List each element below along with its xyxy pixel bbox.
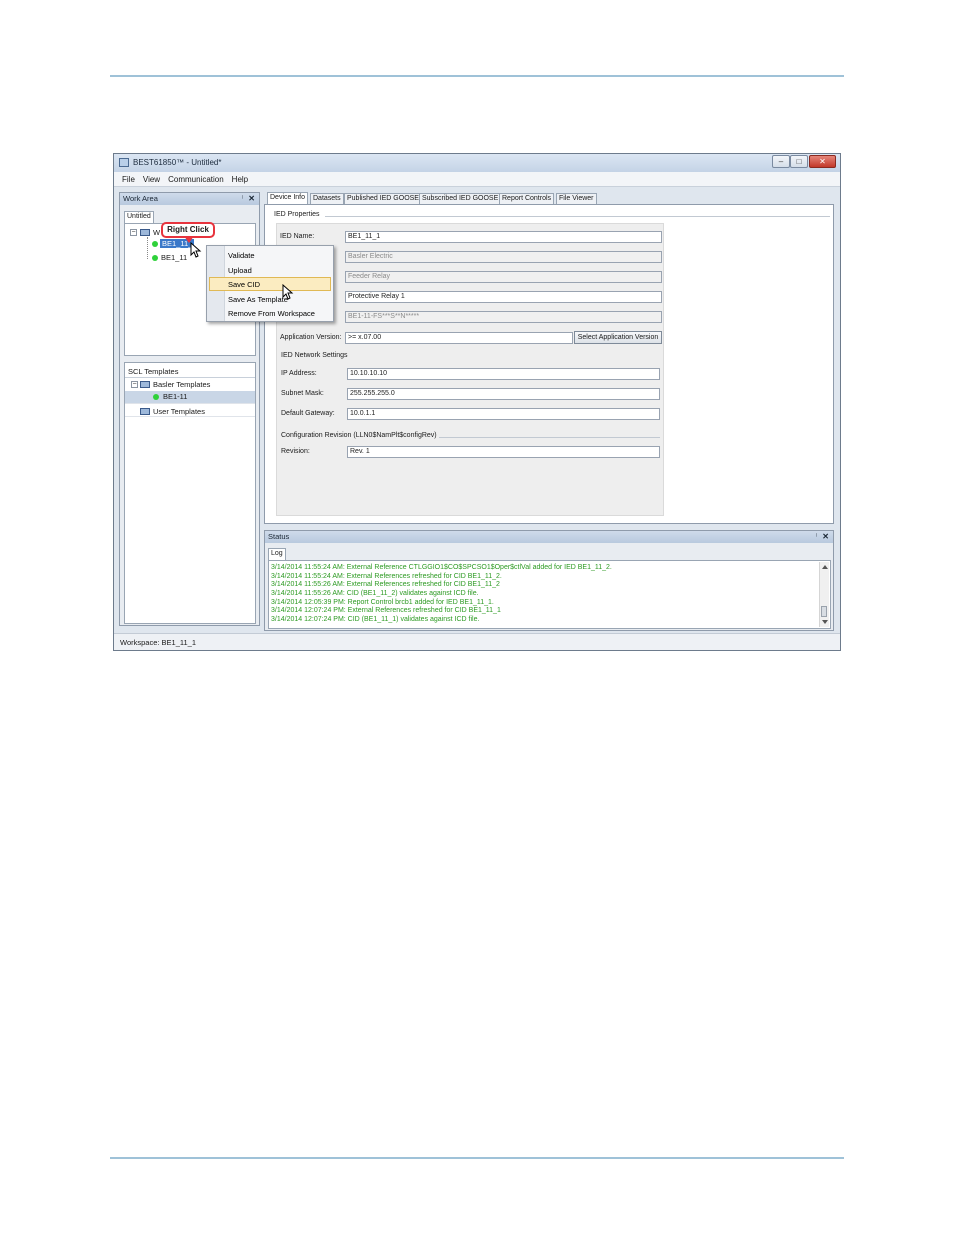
group-line xyxy=(325,216,830,217)
menu-bar: File View Communication Help xyxy=(114,172,840,187)
log-line: 3/14/2014 12:07:24 PM: External Referenc… xyxy=(271,607,501,614)
tree-item-basler-templates[interactable]: Basler Templates xyxy=(153,380,210,389)
close-icon[interactable]: ✕ xyxy=(248,193,255,205)
status-header: Status ᛌ ✕ xyxy=(265,531,833,543)
ip-address-label: IP Address: xyxy=(281,370,317,377)
ied-name-field[interactable]: BE1_11_1 xyxy=(345,231,662,243)
status-panel: Status ᛌ ✕ Log 3/14/2014 11:55:24 AM: Ex… xyxy=(264,530,834,631)
tree-node-icon xyxy=(140,229,150,236)
tab-datasets[interactable]: Datasets xyxy=(310,193,344,204)
menu-item-save-as-template[interactable]: Save As Template xyxy=(228,295,288,304)
properties-area: IED Name: BE1_11_1 Basler Electric Feede… xyxy=(276,223,664,516)
tab-log[interactable]: Log xyxy=(268,548,286,560)
app-icon xyxy=(119,158,129,167)
scl-templates-title: SCL Templates xyxy=(128,367,179,376)
app-version-field: >= x.07.00 xyxy=(345,332,573,344)
pin-icon[interactable]: ᛌ xyxy=(814,531,819,543)
scroll-up-arrow-icon[interactable] xyxy=(822,565,828,569)
work-area-header: Work Area ᛌ ✕ xyxy=(120,193,259,205)
close-button[interactable]: ✕ xyxy=(809,155,836,168)
collapse-toggle[interactable]: − xyxy=(131,381,138,388)
status-title: Status xyxy=(268,532,290,541)
scl-title-underline xyxy=(125,377,255,378)
log-line: 3/14/2014 11:55:26 AM: External Referenc… xyxy=(271,581,500,588)
ip-address-field[interactable]: 10.10.10.10 xyxy=(347,368,660,380)
top-rule xyxy=(110,75,844,77)
menu-communication[interactable]: Communication xyxy=(168,175,224,184)
status-dot-icon xyxy=(152,241,158,247)
log-area: 3/14/2014 11:55:24 AM: External Referenc… xyxy=(268,560,831,629)
device-info-page: IED Properties IED Name: BE1_11_1 Basler… xyxy=(264,204,834,524)
scroll-down-arrow-icon[interactable] xyxy=(822,620,828,624)
select-app-version-button[interactable]: Select Application Version xyxy=(574,331,662,344)
window-title: BEST61850™ - Untitled* xyxy=(133,158,222,167)
workspace-label: Workspace: BE1_11_1 xyxy=(120,638,197,647)
work-area-title: Work Area xyxy=(123,194,158,203)
minimize-button[interactable]: – xyxy=(772,155,790,168)
subnet-mask-field[interactable]: 255.255.255.0 xyxy=(347,388,660,400)
type-field: Feeder Relay xyxy=(345,271,662,283)
log-line: 3/14/2014 11:55:24 AM: External Referenc… xyxy=(271,573,502,580)
subnet-mask-label: Subnet Mask: xyxy=(281,390,324,397)
log-scrollbar[interactable] xyxy=(819,562,829,627)
selected-row[interactable] xyxy=(125,391,255,403)
menu-view[interactable]: View xyxy=(143,175,160,184)
mouse-cursor-icon xyxy=(282,284,294,300)
bottom-rule xyxy=(110,1157,844,1159)
tree-item-user-templates[interactable]: User Templates xyxy=(153,407,205,416)
ied-properties-title: IED Properties xyxy=(274,211,320,218)
log-line: 3/14/2014 12:07:24 PM: CID (BE1_11_1) va… xyxy=(271,616,480,623)
menu-file[interactable]: File xyxy=(122,175,135,184)
tab-report-controls[interactable]: Report Controls xyxy=(499,193,555,204)
tab-device-info[interactable]: Device Info xyxy=(267,192,309,204)
tab-file-viewer[interactable]: File Viewer xyxy=(556,193,597,204)
log-line: 3/14/2014 11:55:24 AM: External Referenc… xyxy=(271,564,612,571)
scroll-thumb[interactable] xyxy=(821,606,827,617)
tab-published-ied-goose[interactable]: Published IED GOOSE xyxy=(344,193,422,204)
revision-label: Revision: xyxy=(281,448,310,455)
tree-connector xyxy=(147,237,149,259)
default-gateway-label: Default Gateway: xyxy=(281,410,335,417)
status-dot-icon xyxy=(153,394,159,400)
tab-untitled[interactable]: Untitled xyxy=(124,211,154,223)
menu-item-upload[interactable]: Upload xyxy=(228,266,252,275)
pin-icon[interactable]: ᛌ xyxy=(240,193,245,205)
manufacturer-field: Basler Electric xyxy=(345,251,662,263)
tree-root-label[interactable]: W xyxy=(153,228,160,237)
menu-item-validate[interactable]: Validate xyxy=(228,251,255,260)
context-menu: Validate Upload Save CID Save As Templat… xyxy=(206,245,334,322)
network-settings-title: IED Network Settings xyxy=(281,352,348,359)
tree-row-lines xyxy=(125,403,255,404)
tree-row-lines xyxy=(125,416,255,417)
menu-item-save-cid[interactable]: Save CID xyxy=(228,280,260,289)
close-icon[interactable]: ✕ xyxy=(822,531,829,543)
default-gateway-field[interactable]: 10.0.1.1 xyxy=(347,408,660,420)
log-line: 3/14/2014 12:05:39 PM: Report Control br… xyxy=(271,599,494,606)
status-dot-icon xyxy=(152,255,158,261)
tree-node-icon xyxy=(140,381,150,388)
group-line xyxy=(439,437,660,438)
ied-name-label: IED Name: xyxy=(280,233,315,240)
tab-subscribed-ied-goose[interactable]: Subscribed IED GOOSE xyxy=(419,193,502,204)
style-field: BE1-11-FS***S**N***** xyxy=(345,311,662,323)
mouse-cursor-icon xyxy=(190,242,202,258)
tree-item-be1-11-1[interactable]: BE1_11 xyxy=(161,253,187,262)
scl-templates-section: SCL Templates − Basler Templates BE1-11 … xyxy=(124,362,256,624)
description-field[interactable]: Protective Relay 1 xyxy=(345,291,662,303)
title-bar: BEST61850™ - Untitled* – □ ✕ xyxy=(114,154,840,173)
app-version-label: Application Version: xyxy=(280,334,342,341)
menu-help[interactable]: Help xyxy=(232,175,248,184)
collapse-toggle[interactable]: − xyxy=(130,229,137,236)
menu-item-remove-from-workspace[interactable]: Remove From Workspace xyxy=(228,309,315,318)
status-bar: Workspace: BE1_11_1 xyxy=(114,633,840,650)
application-window: BEST61850™ - Untitled* – □ ✕ File View Com… xyxy=(113,153,841,651)
log-line: 3/14/2014 11:55:26 AM: CID (BE1_11_2) va… xyxy=(271,590,479,597)
tree-item-be1-11-template[interactable]: BE1-11 xyxy=(163,392,187,401)
maximize-button[interactable]: □ xyxy=(790,155,808,168)
tree-node-icon xyxy=(140,408,150,415)
configuration-revision-title: Configuration Revision (LLN0$NamPlt$conf… xyxy=(281,432,437,439)
revision-field[interactable]: Rev. 1 xyxy=(347,446,660,458)
